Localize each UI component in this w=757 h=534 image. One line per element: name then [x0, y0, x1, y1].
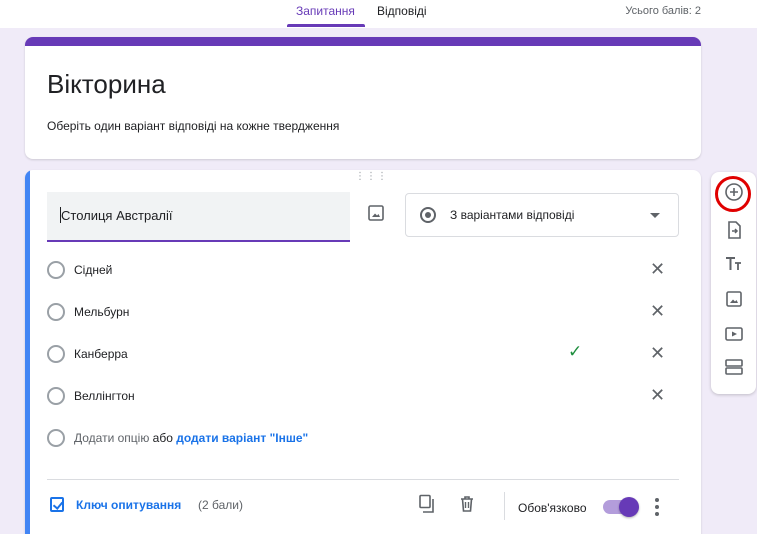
add-image-icon[interactable]	[367, 204, 385, 222]
radio-circle-icon	[47, 387, 65, 405]
top-tab-bar: Запитання Відповіді Усього балів: 2	[0, 0, 757, 28]
option-label[interactable]: Веллінгтон	[74, 389, 135, 403]
points-label: (2 бали)	[198, 498, 243, 512]
remove-option-icon[interactable]: ✕	[650, 259, 665, 280]
radio-circle-icon	[47, 303, 65, 321]
option-item[interactable]: Сідней ✕	[47, 258, 677, 282]
option-label[interactable]: Мельбурн	[74, 305, 129, 319]
delete-icon[interactable]	[458, 494, 476, 514]
form-title[interactable]: Вікторина	[47, 69, 166, 100]
option-label[interactable]: Сідней	[74, 263, 112, 277]
radio-circle-icon	[47, 261, 65, 279]
add-option-text: Додати опцію або додати варіант "Інше"	[74, 431, 308, 445]
remove-option-icon[interactable]: ✕	[650, 343, 665, 364]
add-image-icon[interactable]	[723, 288, 745, 310]
add-video-icon[interactable]	[723, 323, 745, 345]
correct-answer-check-icon: ✓	[568, 342, 583, 361]
import-questions-icon[interactable]	[723, 219, 745, 241]
tab-responses[interactable]: Відповіді	[377, 4, 427, 18]
form-title-card[interactable]: Вікторина Оберіть один варіант відповіді…	[25, 37, 701, 159]
add-option-link[interactable]: Додати опцію	[74, 431, 149, 445]
more-options-icon[interactable]	[651, 497, 663, 517]
dropdown-arrow-icon	[650, 213, 660, 218]
active-tab-indicator	[287, 24, 365, 27]
question-card[interactable]: ⋮⋮⋮ Столиця Австралії З варіантами відпо…	[25, 170, 701, 534]
toggle-knob	[619, 497, 639, 517]
duplicate-icon[interactable]	[418, 494, 436, 514]
option-item[interactable]: Мельбурн ✕	[47, 300, 677, 324]
option-label[interactable]: Канберра	[74, 347, 128, 361]
option-item[interactable]: Канберра ✓ ✕	[47, 342, 677, 366]
required-toggle[interactable]	[603, 497, 639, 517]
radio-circle-icon	[47, 429, 65, 447]
add-other-link[interactable]: додати варіант "Інше"	[176, 431, 308, 445]
radio-button-icon	[420, 207, 436, 223]
add-option-row[interactable]: Додати опцію або додати варіант "Інше"	[47, 426, 677, 450]
add-title-icon[interactable]	[723, 253, 745, 275]
highlight-ring	[715, 176, 751, 212]
form-description[interactable]: Оберіть один варіант відповіді на кожне …	[47, 119, 339, 133]
remove-option-icon[interactable]: ✕	[650, 385, 665, 406]
add-section-icon[interactable]	[723, 356, 745, 378]
footer-separator	[504, 492, 505, 520]
question-title-text: Столиця Австралії	[61, 208, 173, 223]
answer-key-label: Ключ опитування	[76, 498, 182, 512]
title-card-accent	[25, 37, 701, 46]
drag-handle-icon[interactable]: ⋮⋮⋮	[355, 172, 388, 182]
radio-circle-icon	[47, 345, 65, 363]
remove-option-icon[interactable]: ✕	[650, 301, 665, 322]
answer-key-icon	[50, 497, 64, 512]
question-title-input[interactable]: Столиця Австралії	[47, 192, 350, 242]
or-text: або	[152, 431, 173, 445]
focus-indicator	[25, 170, 30, 534]
question-type-dropdown[interactable]: З варіантами відповіді	[405, 193, 679, 237]
required-label: Обов'язково	[518, 501, 587, 515]
question-type-label: З варіантами відповіді	[450, 208, 575, 222]
total-points: Усього балів: 2	[625, 5, 701, 17]
tab-questions[interactable]: Запитання	[296, 4, 355, 18]
footer-divider	[47, 479, 679, 480]
option-item[interactable]: Веллінгтон ✕	[47, 384, 677, 408]
